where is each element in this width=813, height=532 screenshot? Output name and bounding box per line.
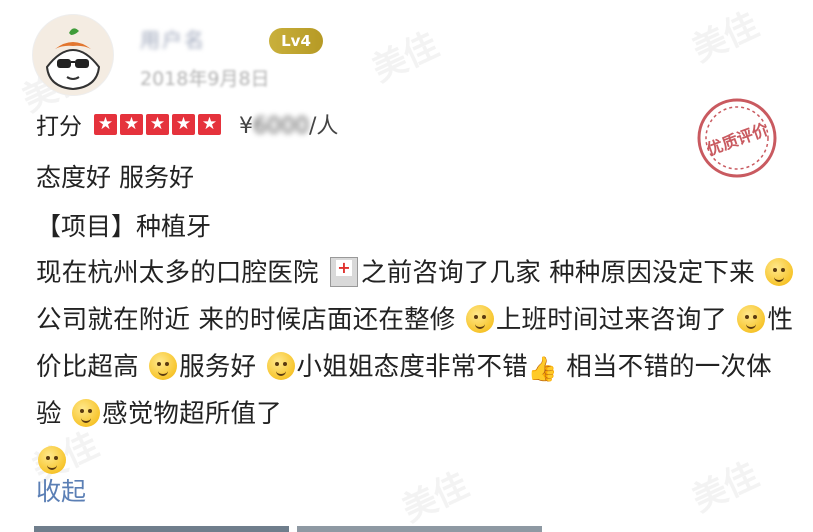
- username[interactable]: 用户名: [140, 24, 206, 53]
- review-text: 现在杭州太多的口腔医院: [36, 258, 319, 288]
- review-photo[interactable]: [34, 526, 289, 532]
- quality-review-stamp: 优质评价: [695, 96, 779, 180]
- hospital-icon: [330, 257, 359, 287]
- review-text: 之前咨询了几家 种种原因没定下来: [361, 258, 755, 288]
- rating-label: 打分: [36, 114, 82, 140]
- stamp-text: 优质评价: [704, 119, 772, 159]
- review-photo[interactable]: [297, 526, 542, 532]
- star-icon: ★: [146, 113, 169, 135]
- price-value: 6000: [253, 114, 309, 139]
- review-project: 【项目】种植牙: [36, 212, 212, 241]
- price-per-person: ¥6000/人: [239, 108, 338, 140]
- review-text: 小姐姐态度非常不错: [296, 352, 528, 382]
- watermark: 美佳: [366, 25, 445, 91]
- star-icon: ★: [94, 113, 117, 135]
- price-suffix: /人: [309, 114, 339, 139]
- star-icon: ★: [172, 113, 195, 135]
- surprised-emoji-icon: [465, 305, 494, 333]
- avatar[interactable]: [32, 14, 114, 96]
- review-tags: 态度好 服务好: [36, 163, 194, 192]
- review-text: 公司就在附近 来的时候店面还在整修: [36, 305, 456, 335]
- thumbs-up-icon: 👍: [527, 355, 558, 383]
- star-icon: ★: [120, 113, 143, 135]
- smile-emoji-icon: [72, 399, 101, 427]
- level-badge: Lv4: [269, 28, 323, 54]
- smiley-emoji-icon: [765, 258, 794, 286]
- laugh-emoji-icon: [38, 446, 66, 474]
- yawn-emoji-icon: [149, 352, 178, 380]
- watermark: 美佳: [686, 5, 765, 71]
- review-text: 感觉物超所值了: [102, 399, 282, 429]
- happy-emoji-icon: [737, 305, 766, 333]
- review-text: 服务好: [179, 352, 257, 382]
- star-icon: ★: [198, 113, 221, 135]
- rating-row: 打分 ★ ★ ★ ★ ★ ¥6000/人: [36, 108, 338, 140]
- star-rating: ★ ★ ★ ★ ★: [94, 113, 221, 135]
- price-prefix: ¥: [239, 114, 253, 139]
- collapse-link[interactable]: 收起: [36, 472, 86, 508]
- review-date: 2018年9月8日: [140, 68, 270, 90]
- review-body: 现在杭州太多的口腔医院 之前咨询了几家 种种原因没定下来 公司就在附近 来的时候…: [36, 250, 796, 485]
- review-text: 上班时间过来咨询了: [495, 305, 728, 335]
- grin-emoji-icon: [266, 352, 295, 380]
